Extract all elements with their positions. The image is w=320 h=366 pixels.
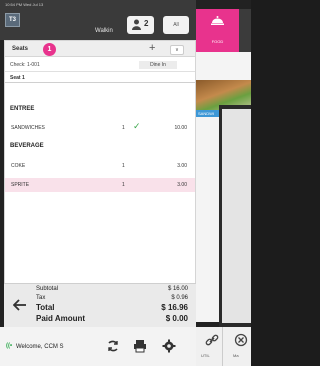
seats-label: Seats: [12, 46, 29, 52]
check-row[interactable]: Check: 1-001 Dine In: [5, 58, 195, 72]
order-item-row[interactable]: COKE 1 3.00: [5, 159, 195, 173]
next-tab-edge[interactable]: [239, 9, 251, 52]
modal-dialog: [222, 109, 251, 323]
item-price: 3.00: [177, 182, 187, 188]
category-entree: ENTREE: [10, 106, 35, 112]
item-qty: 1: [122, 125, 125, 131]
all-button[interactable]: All: [163, 16, 189, 34]
item-qty: 1: [122, 182, 125, 188]
item-name: SANDWICHES: [11, 125, 45, 131]
subtotal-value: $ 16.00: [167, 286, 188, 292]
printer-icon[interactable]: [133, 339, 147, 353]
tab-food[interactable]: FOOD: [196, 9, 239, 52]
order-type-button[interactable]: Dine In: [139, 61, 177, 69]
item-qty: 1: [122, 163, 125, 169]
item-name: SPRITE: [11, 182, 30, 188]
expand-seats-button[interactable]: ∨: [170, 45, 184, 55]
subtotal-label: Subtotal: [36, 286, 59, 292]
item-price: 3.00: [177, 163, 187, 169]
footer-bar: ((• Welcome, CCM S: [0, 327, 196, 366]
sync-icon[interactable]: [106, 339, 120, 353]
category-beverage: BEVERAGE: [10, 143, 44, 149]
food-cloche-icon: [211, 16, 224, 25]
tax-label: Tax: [36, 295, 46, 301]
total-label: Total: [36, 303, 55, 312]
item-price: 10.00: [174, 125, 187, 131]
person-icon: [132, 19, 141, 30]
paid-amount-label: Paid Amount: [36, 314, 86, 323]
link-icon[interactable]: [205, 333, 219, 347]
total-value: $ 16.96: [161, 303, 188, 312]
item-name: COKE: [11, 163, 26, 169]
utility-label: UTIL: [201, 353, 210, 358]
utility-bar: UTIL Ma: [196, 327, 251, 366]
tab-food-label: FOOD: [211, 39, 224, 44]
table-number-badge[interactable]: T3: [5, 13, 20, 27]
welcome-text: Welcome, CCM S: [16, 344, 64, 350]
footer-divider: [222, 327, 223, 366]
seats-count-badge: 1: [43, 43, 56, 56]
check-number: Check: 1-001: [10, 62, 40, 68]
tax-value: $ 0.96: [171, 295, 188, 301]
pos-screen: 10:54 PM Wed Jul 13 T3 Walkin 2 All FOOD…: [0, 0, 251, 366]
collapse-arrow-icon[interactable]: [13, 298, 27, 312]
walkin-label[interactable]: Walkin: [95, 28, 113, 34]
cancel-circle-icon[interactable]: [234, 333, 248, 347]
seat-label: Seat 1: [10, 75, 25, 81]
order-item-row[interactable]: SANDWICHES 1 ✓ 10.00: [5, 121, 195, 135]
status-bar-time: 10:54 PM Wed Jul 13: [0, 0, 196, 9]
order-item-row-selected[interactable]: SPRITE 1 3.00: [5, 178, 195, 192]
totals-panel: Subtotal $ 16.00 Tax $ 0.96 Total $ 16.9…: [4, 283, 196, 327]
sent-check-icon: ✓: [133, 121, 141, 131]
gear-icon[interactable]: [162, 339, 176, 353]
seats-header: Seats 1 + ∨: [5, 41, 195, 57]
add-seat-button[interactable]: +: [149, 42, 155, 54]
guest-count: 2: [144, 19, 149, 28]
wifi-icon: ((•: [6, 343, 13, 349]
guest-count-button[interactable]: 2: [127, 16, 154, 34]
seat-row[interactable]: Seat 1: [5, 72, 195, 83]
paid-amount-value: $ 0.00: [165, 314, 188, 323]
manage-label: Ma: [233, 353, 239, 358]
